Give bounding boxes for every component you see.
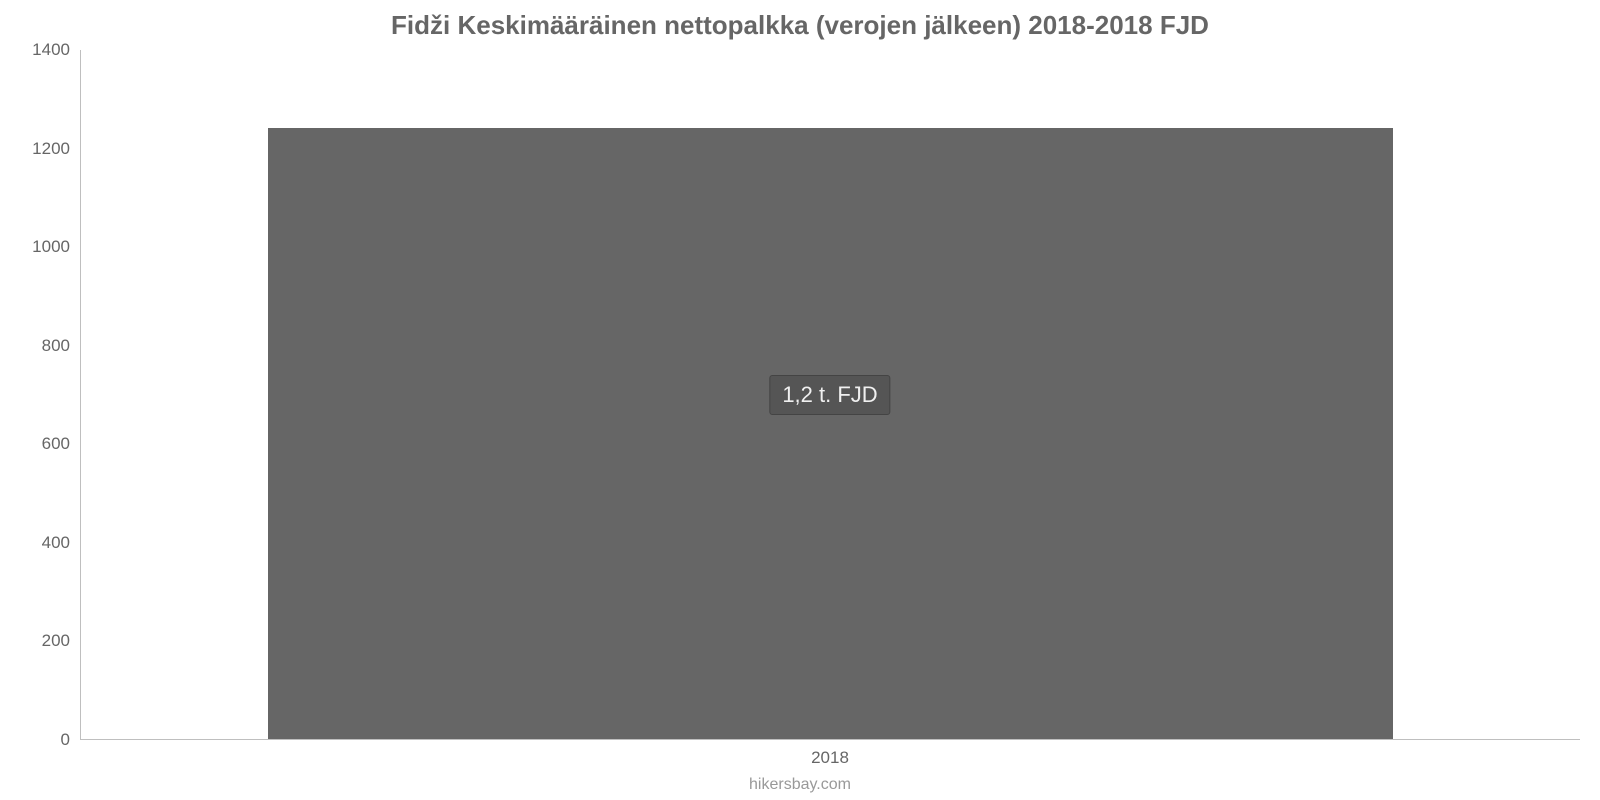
- x-tick-label: 2018: [811, 740, 849, 768]
- y-tick-label: 800: [42, 336, 80, 356]
- chart-credit: hikersbay.com: [0, 776, 1600, 794]
- bar-data-label: 1,2 t. FJD: [769, 375, 890, 415]
- y-tick-label: 1200: [32, 139, 80, 159]
- y-axis-line: [80, 50, 81, 740]
- y-tick-label: 0: [61, 730, 80, 750]
- plot-area: 020040060080010001200140020181,2 t. FJD: [80, 50, 1580, 740]
- y-tick-label: 600: [42, 434, 80, 454]
- chart-title: Fidži Keskimääräinen nettopalkka (veroje…: [0, 10, 1600, 41]
- bar: [268, 128, 1393, 739]
- y-tick-label: 1400: [32, 40, 80, 60]
- chart-wrapper: Fidži Keskimääräinen nettopalkka (veroje…: [0, 0, 1600, 800]
- y-tick-label: 200: [42, 631, 80, 651]
- y-tick-label: 1000: [32, 237, 80, 257]
- y-tick-label: 400: [42, 533, 80, 553]
